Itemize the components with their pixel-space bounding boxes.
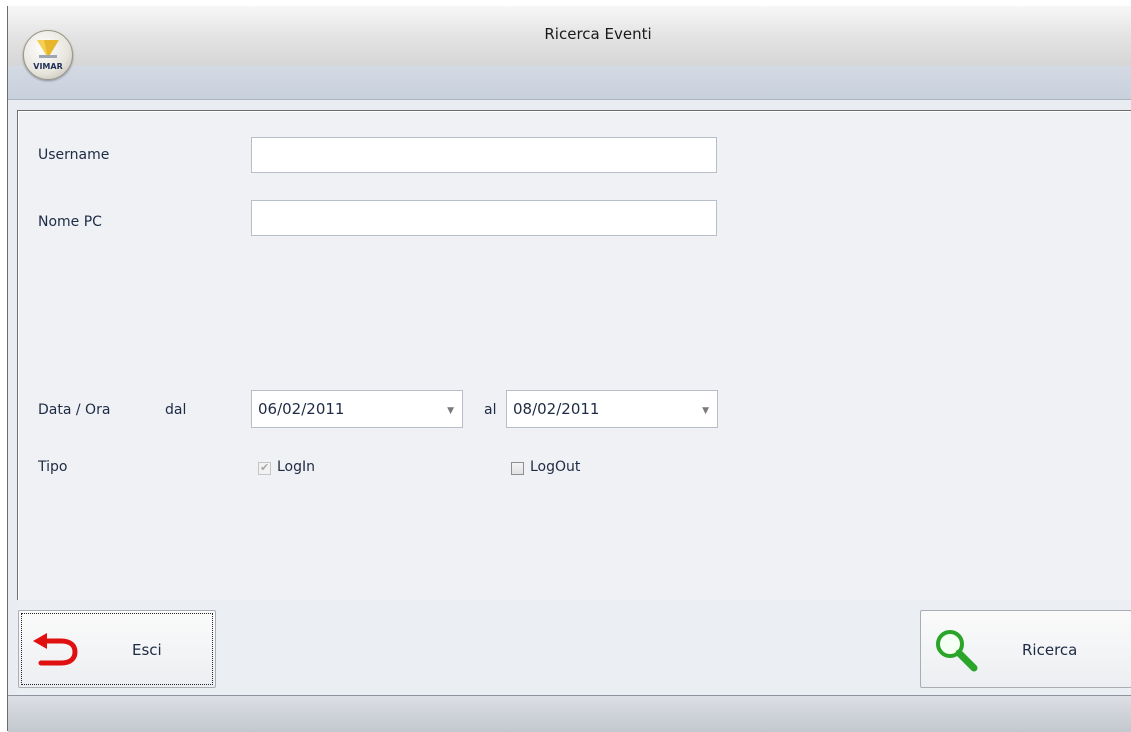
search-events-window: Ricerca Eventi VIMAR Username Nome PC Da… (8, 6, 1131, 732)
date-to-label: al (484, 402, 497, 418)
date-time-label: Data / Ora (38, 402, 111, 418)
type-label: Tipo (38, 459, 68, 475)
exit-button[interactable]: Esci (18, 610, 216, 688)
login-checkbox[interactable]: ✔ (258, 461, 271, 475)
pc-name-label: Nome PC (38, 214, 102, 230)
app-logo-button[interactable]: VIMAR (23, 30, 73, 80)
date-from-value: 06/02/2011 (258, 400, 345, 418)
exit-button-label: Esci (132, 641, 162, 659)
search-button-label: Ricerca (1022, 641, 1078, 659)
return-arrow-icon (33, 633, 78, 666)
logo-brand-text: VIMAR (33, 62, 63, 71)
title-strip (8, 66, 1131, 100)
status-strip (8, 695, 1131, 732)
username-label: Username (38, 147, 110, 163)
checkmark-icon: ✔ (260, 461, 270, 474)
date-from-picker[interactable]: 06/02/2011 ▼ (251, 390, 463, 428)
logout-checkbox[interactable] (511, 462, 524, 475)
chevron-down-icon[interactable]: ▼ (702, 406, 709, 416)
search-form-panel: Username Nome PC Data / Ora dal 06/02/20… (17, 110, 1131, 602)
vimar-logo-icon (37, 40, 59, 58)
date-to-picker[interactable]: 08/02/2011 ▼ (506, 390, 718, 428)
title-bar: Ricerca Eventi (8, 6, 1131, 100)
window-title: Ricerca Eventi (544, 25, 652, 43)
chevron-down-icon[interactable]: ▼ (447, 406, 454, 416)
search-button[interactable]: Ricerca (920, 610, 1131, 688)
magnifier-icon (936, 630, 978, 672)
logout-checkbox-label[interactable]: LogOut (530, 459, 580, 475)
date-to-value: 08/02/2011 (513, 400, 600, 418)
date-from-label: dal (165, 402, 187, 418)
login-checkbox-label[interactable]: LogIn (277, 459, 315, 475)
username-input[interactable] (251, 137, 717, 173)
pc-name-input[interactable] (251, 200, 717, 236)
button-bar: Esci Ricerca (17, 600, 1131, 694)
